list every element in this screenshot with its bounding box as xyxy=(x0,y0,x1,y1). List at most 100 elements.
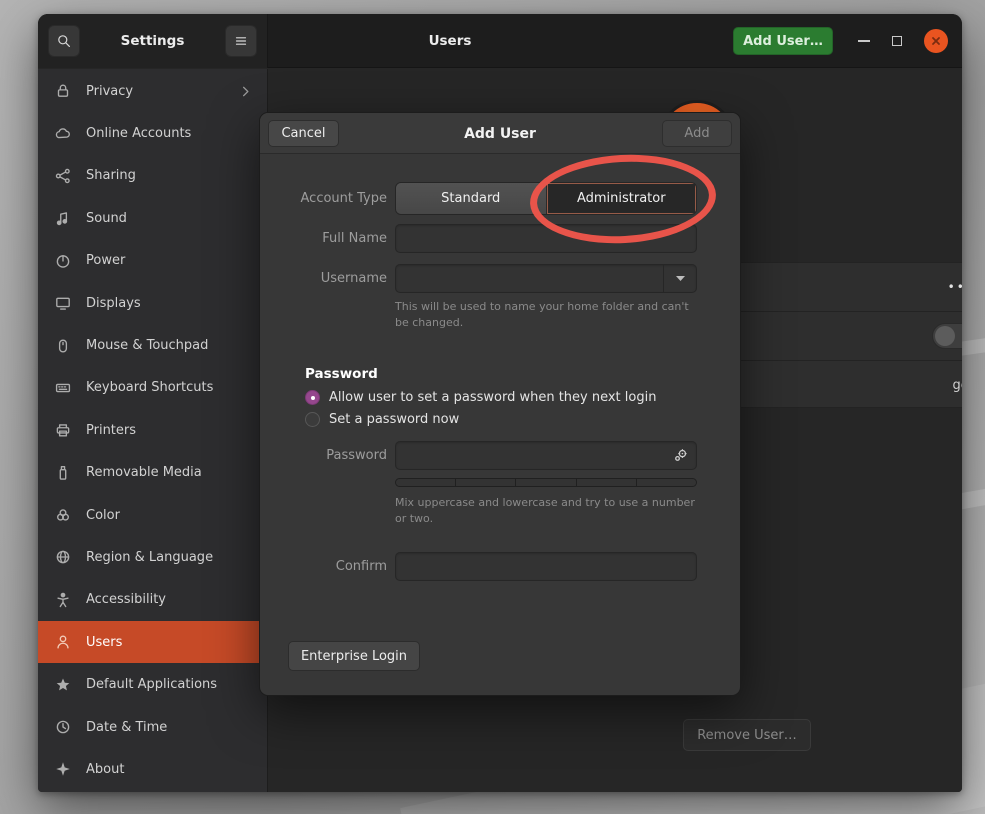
search-button[interactable] xyxy=(48,25,80,57)
password-strength-meter xyxy=(395,478,697,487)
sidebar-item-power[interactable]: Power xyxy=(38,240,267,282)
sidebar-item-region-language[interactable]: Region & Language xyxy=(38,536,267,578)
sidebar-item-displays[interactable]: Displays xyxy=(38,282,267,324)
minimize-icon[interactable] xyxy=(858,40,870,42)
password-label: Password xyxy=(260,448,387,463)
dialog-header: Cancel Add User Add xyxy=(260,113,740,154)
globe-icon xyxy=(54,548,72,566)
confirm-input[interactable] xyxy=(395,552,697,581)
add-user-dialog: Cancel Add User Add Account Type Standar… xyxy=(259,112,741,696)
standard-button[interactable]: Standard xyxy=(396,183,547,214)
maximize-icon[interactable] xyxy=(892,36,902,46)
sidebar-item-accessibility[interactable]: Accessibility xyxy=(38,579,267,621)
sidebar-item-users[interactable]: Users xyxy=(38,621,267,663)
clock-icon xyxy=(54,718,72,736)
hamburger-menu-icon xyxy=(233,33,249,49)
sidebar-item-label: Sound xyxy=(86,211,127,226)
caret-down-icon xyxy=(675,275,686,282)
lock-icon xyxy=(54,82,72,100)
enterprise-login-button[interactable]: Enterprise Login xyxy=(288,641,420,671)
sidebar-item-about[interactable]: About xyxy=(38,748,267,790)
keyboard-icon xyxy=(54,379,72,397)
sidebar-item-label: Date & Time xyxy=(86,720,167,735)
username-dropdown-button[interactable] xyxy=(663,265,696,292)
sound-icon xyxy=(54,209,72,227)
account-type-toggle: Standard Administrator xyxy=(395,182,697,215)
sidebar-item-date-time[interactable]: Date & Time xyxy=(38,706,267,748)
sidebar-item-label: Mouse & Touchpad xyxy=(86,338,208,353)
sidebar-item-label: Online Accounts xyxy=(86,126,191,141)
sidebar-item-label: Removable Media xyxy=(86,465,202,480)
generate-password-icon[interactable] xyxy=(672,447,689,464)
sidebar-item-printers[interactable]: Printers xyxy=(38,409,267,451)
search-icon xyxy=(56,33,72,49)
account-type-label: Account Type xyxy=(260,191,387,206)
users-icon xyxy=(54,633,72,651)
password-input[interactable] xyxy=(395,441,697,470)
radio-unchecked-icon[interactable] xyxy=(305,412,320,427)
sidebar: Privacy Online Accounts Sharing Sound Power D… xyxy=(38,69,268,792)
username-label: Username xyxy=(260,271,387,286)
sidebar-item-sharing[interactable]: Sharing xyxy=(38,155,267,197)
toggle-switch[interactable] xyxy=(932,323,962,349)
sidebar-item-label: Sharing xyxy=(86,168,136,183)
toggle-knob xyxy=(935,326,955,346)
sidebar-item-mouse-touchpad[interactable]: Mouse & Touchpad xyxy=(38,324,267,366)
sidebar-item-label: Privacy xyxy=(86,84,133,99)
sidebar-item-default-applications[interactable]: Default Applications xyxy=(38,663,267,705)
password-dots: ••••• xyxy=(948,280,962,294)
sidebar-item-online-accounts[interactable]: Online Accounts xyxy=(38,112,267,154)
sidebar-item-label: Default Applications xyxy=(86,677,217,692)
primary-menu-button[interactable] xyxy=(225,25,257,57)
sidebar-item-label: Displays xyxy=(86,296,141,311)
administrator-button[interactable]: Administrator xyxy=(547,183,697,214)
remove-user-button[interactable]: Remove User… xyxy=(683,719,811,751)
username-input[interactable] xyxy=(395,264,697,293)
sidebar-item-sound[interactable]: Sound xyxy=(38,197,267,239)
removable-media-icon xyxy=(54,464,72,482)
window-controls xyxy=(858,14,948,68)
sidebar-item-privacy[interactable]: Privacy xyxy=(38,70,267,112)
chevron-right-icon xyxy=(238,84,253,99)
sparkle-icon xyxy=(54,760,72,778)
sidebar-item-keyboard-shortcuts[interactable]: Keyboard Shortcuts xyxy=(38,367,267,409)
page-title: Users xyxy=(268,14,632,68)
sidebar-headerbar: Settings xyxy=(38,14,268,68)
accessibility-icon xyxy=(54,591,72,609)
sidebar-item-label: Printers xyxy=(86,423,136,438)
add-button[interactable]: Add xyxy=(662,120,732,147)
color-icon xyxy=(54,506,72,524)
sidebar-item-label: Power xyxy=(86,253,125,268)
username-hint: This will be used to name your home fold… xyxy=(395,299,695,331)
star-icon xyxy=(54,676,72,694)
close-icon[interactable] xyxy=(924,29,948,53)
share-icon xyxy=(54,167,72,185)
add-user-button[interactable]: Add User… xyxy=(733,27,833,55)
power-icon xyxy=(54,252,72,270)
password-hint: Mix uppercase and lowercase and try to u… xyxy=(395,495,695,527)
radio-set-now-label: Set a password now xyxy=(329,412,459,427)
radio-set-now-row[interactable]: Set a password now xyxy=(305,412,459,427)
radio-next-login-row[interactable]: Allow user to set a password when they n… xyxy=(305,390,656,405)
full-name-input[interactable] xyxy=(395,224,697,253)
password-section-heading: Password xyxy=(305,366,378,382)
partial-row-label: ged in xyxy=(953,378,963,393)
sidebar-item-removable-media[interactable]: Removable Media xyxy=(38,452,267,494)
mouse-icon xyxy=(54,337,72,355)
settings-window: Settings Users Add User… Privacy Online A… xyxy=(38,14,962,792)
full-name-label: Full Name xyxy=(260,231,387,246)
sidebar-item-label: Color xyxy=(86,508,120,523)
sidebar-item-label: Region & Language xyxy=(86,550,213,565)
printer-icon xyxy=(54,421,72,439)
sidebar-item-label: About xyxy=(86,762,124,777)
confirm-label: Confirm xyxy=(260,559,387,574)
cloud-icon xyxy=(54,125,72,143)
titlebar: Settings Users Add User… xyxy=(38,14,962,68)
sidebar-item-label: Accessibility xyxy=(86,592,166,607)
radio-checked-icon[interactable] xyxy=(305,390,320,405)
radio-next-login-label: Allow user to set a password when they n… xyxy=(329,390,656,405)
sidebar-item-color[interactable]: Color xyxy=(38,494,267,536)
display-icon xyxy=(54,294,72,312)
sidebar-item-label: Keyboard Shortcuts xyxy=(86,380,213,395)
sidebar-item-label: Users xyxy=(86,635,122,650)
